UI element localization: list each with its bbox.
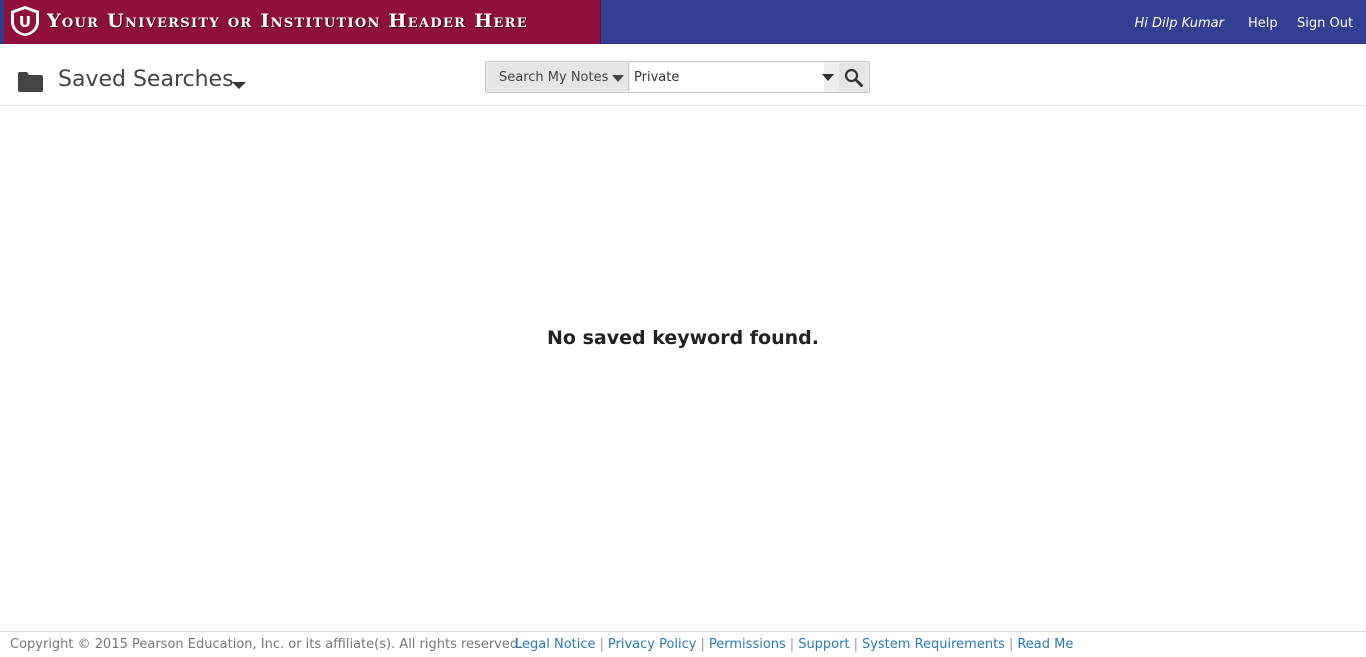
filter-value: Private (634, 70, 680, 85)
sign-out-link[interactable]: Sign Out (1297, 16, 1353, 31)
banner-title: Your University or Institution Header He… (47, 10, 528, 32)
search-scope-label: Search My Notes (499, 70, 609, 85)
top-bar: U Your University or Institution Header … (0, 0, 1366, 44)
footer-link-read-me[interactable]: Read Me (1017, 637, 1073, 652)
banner-strip (0, 0, 4, 44)
help-link[interactable]: Help (1248, 16, 1278, 31)
link-separator: | (599, 637, 604, 652)
footer-link-privacy-policy[interactable]: Privacy Policy (608, 637, 697, 652)
search-icon (844, 68, 863, 87)
copyright-text: Copyright © 2015 Pearson Education, Inc.… (10, 637, 523, 652)
visibility-filter-select[interactable]: Private (630, 63, 834, 91)
footer-link-legal-notice[interactable]: Legal Notice (515, 637, 596, 652)
link-separator: | (700, 637, 705, 652)
shield-logo-icon: U (11, 6, 39, 36)
search-bar: Search My Notes Private (485, 61, 870, 93)
footer-link-permissions[interactable]: Permissions (709, 637, 786, 652)
link-separator: | (853, 637, 858, 652)
chevron-down-icon (822, 74, 834, 81)
empty-state-message: No saved keyword found. (547, 327, 819, 349)
footer-link-support[interactable]: Support (798, 637, 849, 652)
folder-icon (18, 72, 43, 92)
search-button[interactable] (839, 63, 868, 91)
footer-link-system-requirements[interactable]: System Requirements (862, 637, 1005, 652)
chevron-down-icon[interactable] (232, 82, 246, 89)
chevron-down-icon (612, 75, 624, 82)
link-separator: | (1008, 637, 1014, 652)
shield-letter: U (19, 13, 31, 31)
link-separator: | (789, 637, 795, 652)
footer-links: Legal Notice | Privacy Policy | Permissions |… (515, 637, 1073, 652)
sub-header: Saved Searches Search My Notes Private (0, 44, 1366, 106)
footer: Copyright © 2015 Pearson Education, Inc.… (0, 631, 1366, 657)
user-greeting: Hi Dilp Kumar (1134, 16, 1224, 31)
page-title: Saved Searches (58, 67, 234, 92)
search-scope-dropdown[interactable]: Search My Notes (487, 63, 629, 91)
institution-banner: U Your University or Institution Header … (0, 0, 601, 44)
